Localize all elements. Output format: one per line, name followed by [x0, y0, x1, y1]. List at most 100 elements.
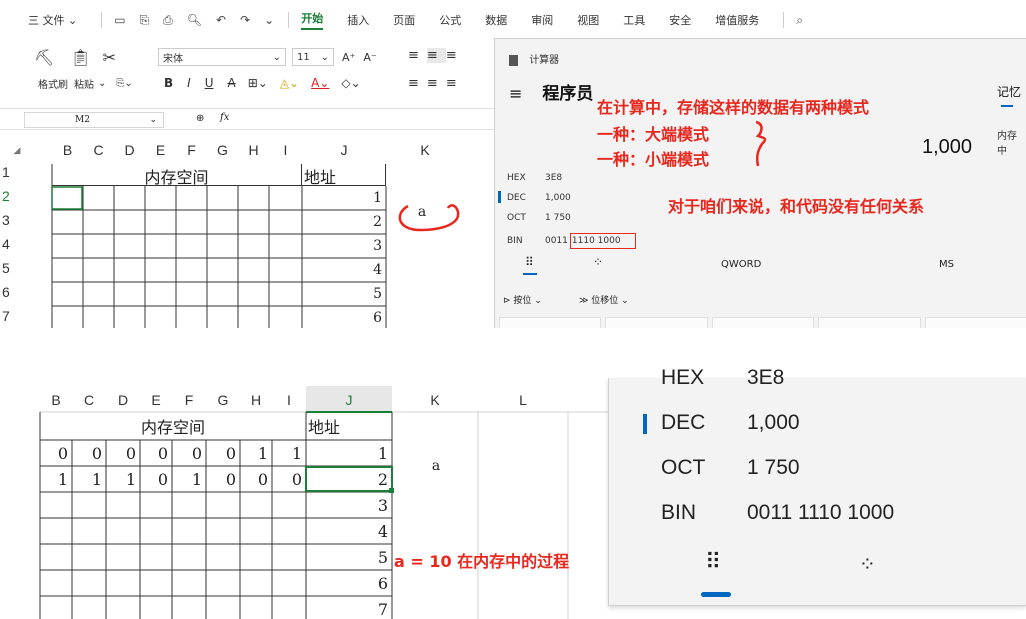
memory-store-button[interactable]: MS	[939, 259, 954, 270]
zoom-icon[interactable]: ⊕	[196, 113, 204, 124]
redo-icon[interactable]: ↷	[240, 13, 250, 27]
font-color-icon[interactable]: A⌄	[311, 76, 329, 90]
fx-icon[interactable]: fx	[220, 112, 229, 123]
bit-cell: 1	[91, 470, 102, 489]
col-header[interactable]: K	[392, 388, 478, 412]
bit-cell: 0	[257, 470, 268, 489]
tab-review[interactable]: 审阅	[531, 12, 553, 28]
col-header[interactable]: H	[240, 388, 272, 412]
bit-cell: 0	[91, 444, 102, 463]
font-grow-icon[interactable]: A⁺	[342, 51, 355, 64]
search-icon[interactable]: ⌕	[796, 13, 803, 28]
align-top-icon[interactable]: ≡	[408, 48, 427, 63]
tab-page[interactable]: 页面	[393, 12, 415, 28]
calculator-zoom-window: HEX 3E8 DEC 1,000 OCT 1 750 BIN 0011 1110 10…	[608, 366, 1026, 606]
col-header[interactable]: B	[40, 388, 72, 412]
radix-dec[interactable]: DEC 1,000	[507, 193, 571, 203]
tab-view[interactable]: 视图	[577, 12, 599, 28]
format-painter-label[interactable]: 格式刷	[38, 76, 68, 91]
bit-cell: 0	[225, 444, 236, 463]
calculator-mode: 程序员	[542, 84, 594, 104]
font-shrink-icon[interactable]: A⁻	[363, 51, 376, 64]
radix-label: DEC	[661, 411, 706, 434]
radix-hex[interactable]: HEX 3E8	[661, 366, 784, 390]
align-left-icon[interactable]: ≡	[408, 76, 427, 91]
underline-button[interactable]: U	[205, 76, 214, 90]
tab-tools[interactable]: 工具	[623, 12, 645, 28]
keypad-button[interactable]	[499, 317, 602, 328]
align-right-icon[interactable]: ≡	[446, 76, 465, 91]
col-header[interactable]: E	[140, 388, 172, 412]
radix-dec[interactable]: DEC 1,000	[661, 411, 800, 435]
bitshift-button[interactable]: ≫ 位移位 ⌄	[579, 293, 629, 306]
hamburger-menu-icon[interactable]: ≡	[509, 84, 522, 103]
file-menu[interactable]: 三 文件 ⌄	[28, 12, 77, 28]
keypad-button[interactable]	[711, 317, 815, 328]
col-header[interactable]: D	[106, 388, 140, 412]
col-header[interactable]: I	[272, 388, 306, 412]
radix-bin[interactable]: BIN 0011 1110 1000	[661, 501, 894, 525]
col-header[interactable]: C	[72, 388, 106, 412]
memory-tab-indicator	[1001, 105, 1013, 107]
chevron-down-icon[interactable]: ⌄	[98, 78, 106, 89]
format-painter-icon[interactable]: ⛏	[34, 48, 54, 67]
save-icon[interactable]: ▭	[114, 13, 125, 27]
export-icon[interactable]: ⎘	[140, 13, 150, 28]
radix-oct[interactable]: OCT 1 750	[507, 213, 571, 223]
keypad-icon[interactable]: ⠿	[705, 550, 721, 575]
bit-toggle-icon[interactable]: ⁘	[859, 552, 876, 576]
selected-radix-indicator	[498, 191, 501, 203]
bold-button[interactable]: B	[164, 76, 173, 90]
cut-icon[interactable]: ✂	[103, 48, 116, 67]
radix-value: 0011 1110 1000	[747, 501, 895, 524]
keypad-button[interactable]	[818, 317, 921, 328]
preview-icon[interactable]: 🔍︎	[187, 13, 202, 27]
copy-icon[interactable]: ⎘⌄	[116, 78, 132, 89]
col-header[interactable]: L	[478, 388, 568, 412]
chevron-down-icon: ⌄	[149, 115, 157, 125]
bit-toggle-icon[interactable]: ⁘	[593, 255, 603, 269]
font-name-select[interactable]: 宋体 ⌄	[158, 48, 286, 66]
memory-tab[interactable]: 记忆	[997, 83, 1021, 100]
bit-cell: 0	[125, 444, 136, 463]
keypad-tab-indicator	[523, 273, 537, 275]
tab-security[interactable]: 安全	[669, 12, 691, 28]
align-bottom-icon[interactable]: ≡	[446, 48, 465, 63]
keypad-button[interactable]	[924, 317, 1026, 328]
address-cell: 4	[373, 262, 382, 278]
tab-formula[interactable]: 公式	[439, 12, 461, 28]
col-header[interactable]: G	[206, 388, 240, 412]
align-center-icon[interactable]: ≡	[427, 76, 446, 91]
col-header[interactable]: J	[306, 388, 392, 412]
radix-oct[interactable]: OCT 1 750	[661, 456, 800, 480]
radix-hex[interactable]: HEX 3E8	[507, 173, 562, 183]
border-icon[interactable]: ⊞⌄	[248, 76, 268, 90]
undo-icon[interactable]: ↶	[216, 13, 226, 27]
red-circle-mark	[398, 204, 460, 232]
print-icon[interactable]: ⎙	[163, 13, 173, 28]
bit-cell: 0	[157, 444, 168, 463]
bit-cell: 1	[191, 470, 202, 489]
chevron-down-icon[interactable]: ⌄	[264, 13, 274, 27]
col-header[interactable]: F	[172, 388, 206, 412]
fill-color-icon[interactable]: ◬⌄	[280, 76, 299, 90]
keypad-icon[interactable]: ⠿	[525, 255, 534, 269]
bitwise-button[interactable]: ⊳ 按位 ⌄	[503, 293, 542, 306]
align-middle-icon[interactable]: ≡	[426, 48, 446, 63]
font-size-select[interactable]: 11 ⌄	[292, 48, 334, 66]
format-row: B I U A ⊞⌄ ◬⌄ A⌄ ◇⌄	[164, 76, 361, 90]
paste-label[interactable]: 粘贴	[74, 76, 94, 91]
strikethrough-button[interactable]: A	[228, 76, 236, 90]
keypad-button[interactable]	[605, 317, 708, 328]
tab-services[interactable]: 增值服务	[715, 12, 759, 28]
radix-value: 1 750	[545, 213, 571, 223]
italic-button[interactable]: I	[187, 76, 191, 90]
tab-home[interactable]: 开始	[301, 10, 324, 30]
paste-icon[interactable]: 📋︎	[70, 48, 90, 67]
tab-data[interactable]: 数据	[485, 12, 507, 28]
name-box[interactable]: M2 ⌄	[24, 112, 164, 128]
word-size-button[interactable]: QWORD	[721, 259, 761, 270]
tab-insert[interactable]: 插入	[347, 12, 369, 28]
radix-bin[interactable]: BIN 0011 1110 1000	[507, 233, 636, 249]
eraser-icon[interactable]: ◇⌄	[341, 76, 360, 90]
